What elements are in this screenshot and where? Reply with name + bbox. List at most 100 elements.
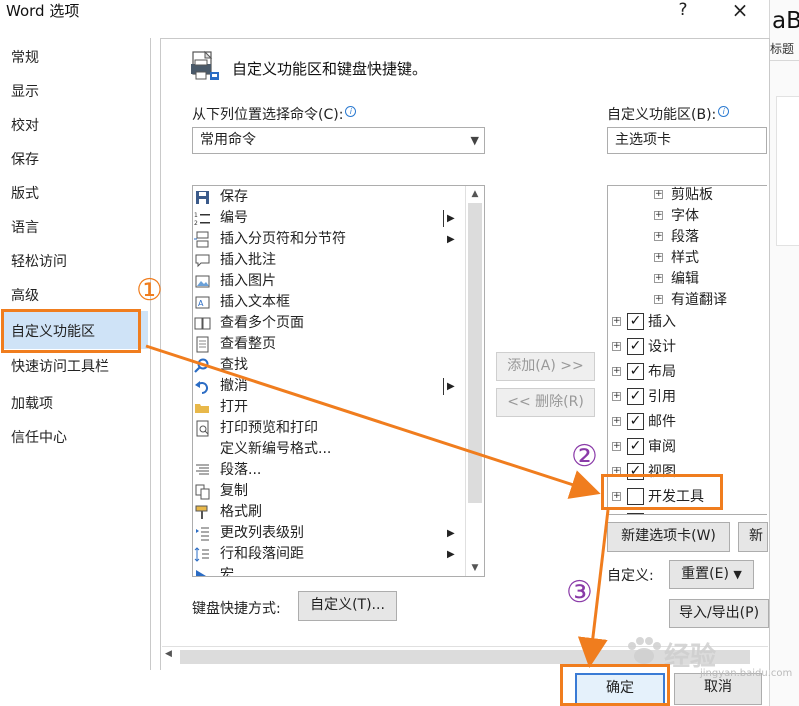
tab-checkbox[interactable]: ✓: [627, 388, 644, 405]
scroll-up-icon[interactable]: ▲: [466, 186, 484, 202]
format-painter-icon: [195, 505, 208, 519]
list-item[interactable]: 插入分页符和分节符 ▶: [193, 229, 463, 250]
close-button[interactable]: ×: [728, 0, 752, 22]
ribbon-group-item[interactable]: + 样式: [608, 247, 767, 269]
list-item[interactable]: 复制: [193, 481, 463, 502]
list-item[interactable]: 打印预览和打印: [193, 418, 463, 439]
list-item[interactable]: 段落...: [193, 460, 463, 481]
command-list-scrollbar[interactable]: ▲ ▼: [465, 186, 484, 576]
expand-icon[interactable]: +: [612, 417, 621, 426]
nav-item[interactable]: 高级: [11, 286, 39, 306]
choose-commands-combo[interactable]: 常用命令 ▼: [192, 127, 485, 154]
expand-icon[interactable]: +: [654, 190, 663, 199]
nav-item[interactable]: 快速访问工具栏: [11, 357, 109, 377]
ribbon-tab-item[interactable]: + ✓ 设计: [608, 336, 767, 358]
list-item[interactable]: 定义新编号格式...: [193, 439, 463, 460]
command-list[interactable]: 保存 1 2 编号 ▶ 插入分页符和分节符 ▶ 插入批注 插入图片 A 插入文本框 查看多个页面 查看整…: [192, 185, 485, 577]
list-item[interactable]: 查找: [193, 355, 463, 376]
help-button[interactable]: ?: [672, 0, 694, 22]
nav-item[interactable]: 信任中心: [11, 428, 67, 448]
expand-icon[interactable]: +: [612, 442, 621, 451]
ribbon-tab-item[interactable]: + ✓ 邮件: [608, 411, 767, 433]
nav-item[interactable]: 校对: [11, 116, 39, 136]
list-item[interactable]: 行和段落间距 ▶: [193, 544, 463, 565]
ribbon-tab-item[interactable]: +✓加载项: [608, 511, 767, 514]
scroll-down-icon[interactable]: ▼: [466, 560, 484, 576]
list-item[interactable]: 查看整页: [193, 334, 463, 355]
background-word-window: aBb 标题: [769, 0, 799, 706]
tab-checkbox[interactable]: ✓: [627, 438, 644, 455]
ribbon-tab-item[interactable]: + ✓ 审阅: [608, 436, 767, 458]
tab-checkbox[interactable]: ✓: [627, 513, 644, 514]
ribbon-group-item[interactable]: + 剪贴板: [608, 186, 767, 206]
list-item-label: 段落...: [220, 462, 262, 478]
ribbon-group-item[interactable]: + 有道翻译: [608, 289, 767, 311]
expand-icon[interactable]: +: [654, 232, 663, 241]
customize-keyboard-button[interactable]: 自定义(T)...: [298, 591, 397, 621]
keyboard-shortcuts-label: 键盘快捷方式:: [192, 601, 281, 617]
list-level-icon: [196, 527, 209, 541]
ribbon-tab-item[interactable]: + ✓ 插入: [608, 311, 767, 333]
expand-icon[interactable]: +: [654, 253, 663, 262]
tab-checkbox[interactable]: ✓: [627, 338, 644, 355]
expand-icon[interactable]: +: [654, 274, 663, 283]
list-item[interactable]: 更改列表级别 ▶: [193, 523, 463, 544]
expand-icon[interactable]: +: [612, 367, 621, 376]
expand-icon[interactable]: +: [612, 392, 621, 401]
picture-icon: [195, 275, 210, 288]
scroll-left-icon[interactable]: ◀: [165, 649, 172, 659]
nav-item[interactable]: 加载项: [11, 394, 53, 414]
ribbon-tab-item[interactable]: + ✓ 布局: [608, 361, 767, 383]
tab-checkbox[interactable]: ✓: [627, 363, 644, 380]
nav-item[interactable]: 常规: [11, 48, 39, 68]
submenu-arrow-icon: ▶: [447, 381, 455, 392]
list-item-label: 复制: [220, 483, 248, 499]
nav-item[interactable]: 显示: [11, 82, 39, 102]
list-item[interactable]: 格式刷: [193, 502, 463, 523]
list-item[interactable]: 查看多个页面: [193, 313, 463, 334]
nav-item[interactable]: 轻松访问: [11, 252, 67, 272]
ribbon-group-label: 字体: [671, 208, 699, 224]
nav-item[interactable]: 语言: [11, 218, 39, 238]
new-tab-button[interactable]: 新建选项卡(W): [607, 522, 730, 552]
list-item[interactable]: 打开: [193, 397, 463, 418]
remove-button[interactable]: << 删除(R): [496, 388, 595, 417]
expand-icon[interactable]: +: [654, 295, 663, 304]
list-item[interactable]: 保存: [193, 187, 463, 208]
ribbon-tab-item[interactable]: + ✓ 引用: [608, 386, 767, 408]
ribbon-tab-label: 审阅: [648, 439, 676, 455]
list-item-label: 行和段落间距: [220, 546, 304, 562]
customize-ribbon-label: 自定义功能区(B): i: [607, 104, 730, 124]
tab-checkbox[interactable]: ✓: [627, 413, 644, 430]
ribbon-group-item[interactable]: + 段落: [608, 226, 767, 248]
ribbon-group-item[interactable]: + 字体: [608, 205, 767, 227]
list-item[interactable]: 插入图片: [193, 271, 463, 292]
add-button[interactable]: 添加(A) >>: [496, 352, 595, 381]
nav-item[interactable]: 版式: [11, 184, 39, 204]
new-group-button[interactable]: 新: [738, 522, 768, 552]
info-icon: i: [345, 106, 357, 117]
expand-icon[interactable]: +: [612, 342, 621, 351]
expand-icon[interactable]: +: [654, 211, 663, 220]
macro-icon: [196, 570, 206, 576]
ribbon-tab-tree[interactable]: + 剪贴板 + 字体 + 段落 + 样式 + 编辑 + 有道翻译 + ✓ 插入 + ✓ 设计 + ✓ 布局 + ✓ 引用 + ✓ 邮…: [607, 185, 767, 515]
list-item-label: 打开: [220, 399, 248, 415]
reset-button[interactable]: 重置(E) ▼: [669, 560, 754, 589]
import-export-button[interactable]: 导入/导出(P): [669, 599, 769, 628]
list-item[interactable]: 1 2 编号 ▶: [193, 208, 463, 229]
list-item[interactable]: 撤消 ▶: [193, 376, 463, 397]
list-item[interactable]: 插入批注: [193, 250, 463, 271]
tab-checkbox[interactable]: ✓: [627, 313, 644, 330]
customize-ribbon-combo[interactable]: 主选项卡: [607, 127, 767, 154]
list-item-label: 撤消: [220, 378, 248, 394]
expand-icon[interactable]: +: [612, 317, 621, 326]
combo-value: 常用命令: [200, 132, 256, 148]
nav-item[interactable]: 保存: [11, 150, 39, 170]
textbox-icon: A: [195, 296, 210, 309]
scroll-thumb[interactable]: [468, 203, 482, 503]
ribbon-group-item[interactable]: + 编辑: [608, 268, 767, 290]
list-item[interactable]: 宏: [193, 565, 463, 576]
ribbon-group-label: 段落: [671, 229, 699, 245]
list-item[interactable]: A 插入文本框: [193, 292, 463, 313]
ribbon-group-label: 样式: [671, 250, 699, 266]
